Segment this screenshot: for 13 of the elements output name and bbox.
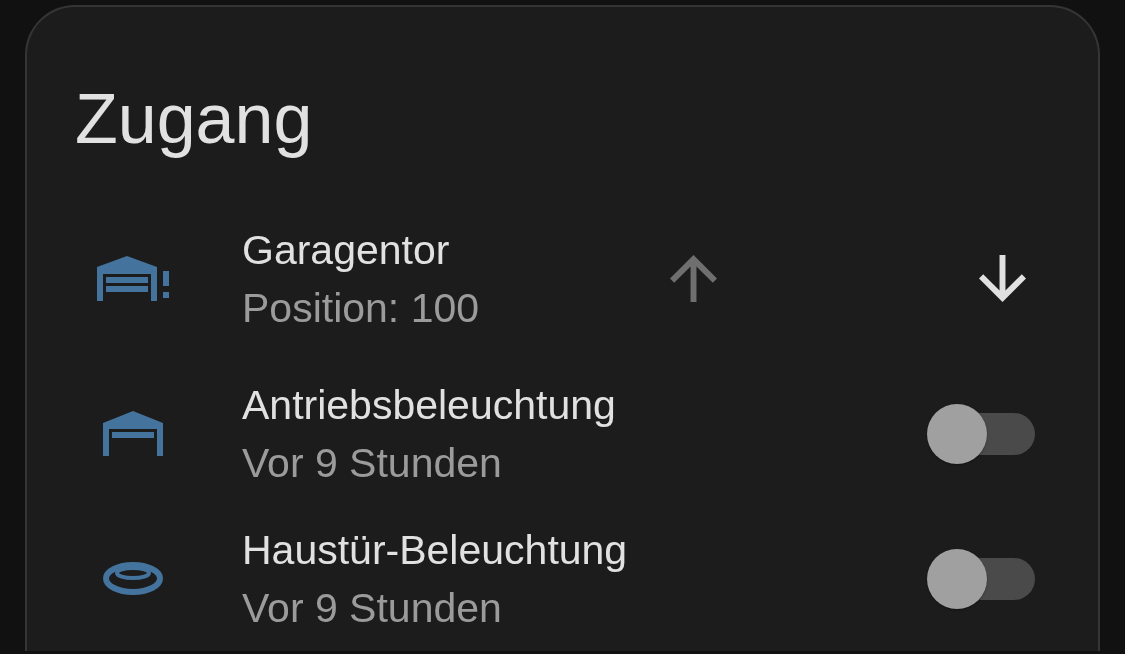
entity-name: Haustür-Beleuchtung xyxy=(242,525,628,575)
down-arrow-icon xyxy=(978,255,1026,302)
entity-status: Vor 9 Stunden xyxy=(242,438,502,488)
ring-icon xyxy=(103,562,163,595)
garage-icon xyxy=(103,411,163,456)
up-arrow-icon xyxy=(669,255,717,302)
garage-alert-icon xyxy=(96,256,170,301)
entity-status: Vor 9 Stunden xyxy=(242,583,502,633)
toggle-switch[interactable] xyxy=(927,403,1035,464)
toggle-switch[interactable] xyxy=(927,548,1035,609)
entity-name: Antriebsbeleuchtung xyxy=(242,380,616,430)
entity-name: Garagentor xyxy=(242,225,450,275)
entity-status: Position: 100 xyxy=(242,283,480,333)
